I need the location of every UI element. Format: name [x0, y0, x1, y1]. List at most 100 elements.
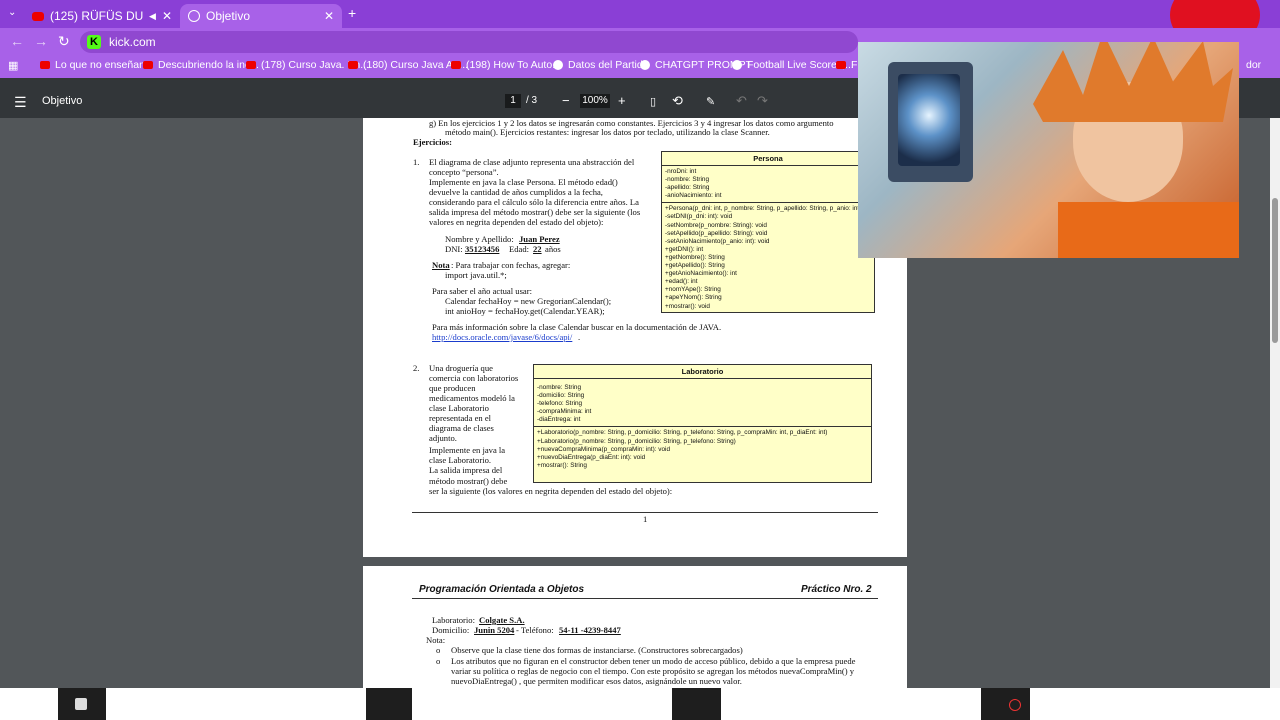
text-line: clase Laboratorio	[429, 403, 489, 413]
chatgpt-icon	[640, 60, 650, 70]
bookmark-overflow[interactable]: dor	[1246, 59, 1261, 71]
bookmark-label: (198) How To Auto...	[466, 59, 561, 71]
uml-method: -setApellido(p_apellido: String): void	[665, 229, 768, 237]
speaker-icon[interactable]: ◀	[149, 11, 156, 22]
new-tab-button[interactable]: +	[348, 5, 356, 21]
uml-method: -setNombre(p_nombre: String): void	[665, 221, 767, 229]
bookmark-item[interactable]: Datos del Partido	[553, 59, 649, 71]
youtube-icon	[246, 61, 256, 69]
bullet: o	[436, 656, 441, 666]
text-line: concepto “persona”.	[429, 167, 499, 177]
zoom-input[interactable]: 100%	[580, 94, 610, 108]
zoom-in-button[interactable]: +	[618, 93, 626, 108]
bullet: o	[436, 645, 441, 655]
page-number-input[interactable]: 1	[505, 94, 521, 108]
text-line: ser la siguiente (los valores en negrita…	[429, 486, 673, 496]
page-header-left: Programación Orientada a Objetos	[419, 584, 585, 595]
text-label: Laboratorio:	[432, 615, 475, 625]
uml-laboratorio-diagram: Laboratorio -nombre: String -domicilio: …	[533, 364, 872, 483]
globe-icon	[188, 10, 200, 22]
text-line: : Para trabajar con fechas, agregar:	[451, 260, 571, 270]
store-icon[interactable]	[66, 688, 96, 720]
uml-attribute: -nroDni: int	[665, 168, 697, 175]
taskbar-segment	[0, 688, 58, 720]
bookmark-label: Lo que no enseñan...	[55, 59, 154, 71]
zoom-out-button[interactable]: −	[562, 93, 570, 108]
nota-label: Nota:	[426, 635, 446, 645]
uml-attribute: -nombre: String	[537, 384, 582, 391]
page-total: / 3	[526, 95, 538, 106]
text-value: Junin 5204	[474, 625, 515, 635]
uml-method: +getAnioNacimiento(): int	[665, 270, 737, 278]
tab-search-icon[interactable]: ⌄	[8, 7, 16, 18]
text-line: clase Laboratorio.	[429, 455, 492, 465]
close-tab-icon[interactable]: ✕	[324, 9, 334, 23]
doc-link[interactable]: http://docs.oracle.com/javase/6/docs/api…	[432, 332, 572, 342]
menu-icon[interactable]: ☰	[14, 94, 27, 111]
fit-page-icon[interactable]: ▯	[650, 95, 656, 108]
annotate-icon[interactable]: ✎	[706, 95, 715, 108]
uml-methods: +Persona(p_dni: int, p_nombre: String, p…	[662, 202, 874, 312]
bookmark-item[interactable]: Descubriendo la inc...	[143, 59, 259, 71]
youtube-icon	[836, 61, 846, 69]
url-text[interactable]: kick.com	[109, 35, 156, 49]
bookmark-item[interactable]: (198) How To Auto...	[451, 59, 561, 71]
footer-divider	[412, 512, 878, 513]
uml-method: +getDNI(): int	[665, 245, 704, 253]
reload-icon[interactable]: ↻	[58, 33, 70, 50]
uml-persona-diagram: Persona -nroDni: int -nombre: String -ap…	[661, 151, 875, 313]
forward-icon[interactable]: →	[34, 33, 48, 49]
text-line: Para saber el año actual usar:	[432, 286, 532, 296]
tab-objetivo[interactable]: Objetivo ✕	[180, 4, 342, 28]
uml-method: +nomYApe(): String	[665, 286, 721, 294]
taskbar-segment	[412, 688, 672, 720]
code-line: int anioHoy = fechaHoy.get(Calendar.YEAR…	[445, 306, 605, 316]
uml-method: +mostrar(): void	[665, 302, 710, 310]
text-label: Nombre y Apellido:	[445, 234, 514, 244]
text-line: Implemente en java la	[429, 445, 506, 455]
youtube-icon	[143, 61, 153, 69]
apps-grid-icon[interactable]: ▦	[8, 59, 18, 72]
code-line: import java.util.*;	[445, 270, 507, 280]
text-line: Observe que la clase tiene dos formas de…	[451, 645, 743, 655]
text-label: DNI:	[445, 244, 463, 254]
nota-label: Nota	[432, 260, 450, 270]
document-title: Objetivo	[42, 95, 83, 107]
uml-method: +mostrar(): String	[537, 461, 587, 469]
youtube-icon	[32, 11, 44, 21]
text-line: comercia con laboratorios	[429, 373, 519, 383]
uml-method: +Laboratorio(p_nombre: String, p_domicil…	[537, 437, 736, 445]
address-bar[interactable]: K kick.com	[80, 31, 858, 53]
tab-youtube[interactable]: (125) RÜFÜS DU SOL - Sun ◀ ✕	[24, 4, 180, 28]
text-line: Los atributos que no figuran en el const…	[451, 656, 856, 666]
text-line: método main(). Ejercicios restantes: ing…	[445, 127, 770, 137]
uml-attributes: -nroDni: int -nombre: String -apellido: …	[662, 166, 874, 202]
uml-attributes: -nombre: String -domicilio: String -tele…	[534, 379, 871, 426]
text-line: que producen	[429, 383, 476, 393]
text-line: representada en el	[429, 413, 492, 423]
uml-method: +Laboratorio(p_nombre: String, p_domicil…	[537, 429, 828, 437]
character-clothes	[1058, 202, 1239, 258]
back-icon[interactable]: ←	[10, 33, 24, 49]
text-value: Colgate S.A.	[479, 615, 525, 625]
uml-method: +getNombre(): String	[665, 253, 725, 261]
uml-class-name: Persona	[662, 152, 874, 166]
close-tab-icon[interactable]: ✕	[162, 9, 172, 23]
scrollbar[interactable]	[1270, 118, 1280, 688]
text-line: devuelve la cantidad de años cumplidos a…	[429, 187, 603, 197]
text-line: Implemente en java la clase Persona. El …	[429, 177, 618, 187]
code-line: Calendar fechaHoy = new GregorianCalenda…	[445, 296, 612, 306]
record-icon[interactable]	[1002, 688, 1028, 720]
bookmark-item[interactable]: Lo que no enseñan...	[40, 59, 154, 71]
scrollbar-thumb[interactable]	[1272, 198, 1278, 343]
redo-icon[interactable]: ↷	[757, 93, 768, 109]
text-label: - Teléfono:	[516, 625, 554, 635]
text-value: 22	[533, 244, 542, 254]
text-line: considerando para el cálculo sólo la dif…	[429, 197, 639, 207]
rotate-icon[interactable]: ⟲	[672, 93, 683, 109]
undo-icon[interactable]: ↶	[736, 93, 747, 109]
exercise-number: 2.	[413, 363, 420, 373]
uml-class-name: Laboratorio	[534, 365, 871, 379]
text-line: medicamentos modeló la	[429, 393, 515, 403]
uml-method: +apeYNom(): String	[665, 294, 722, 302]
